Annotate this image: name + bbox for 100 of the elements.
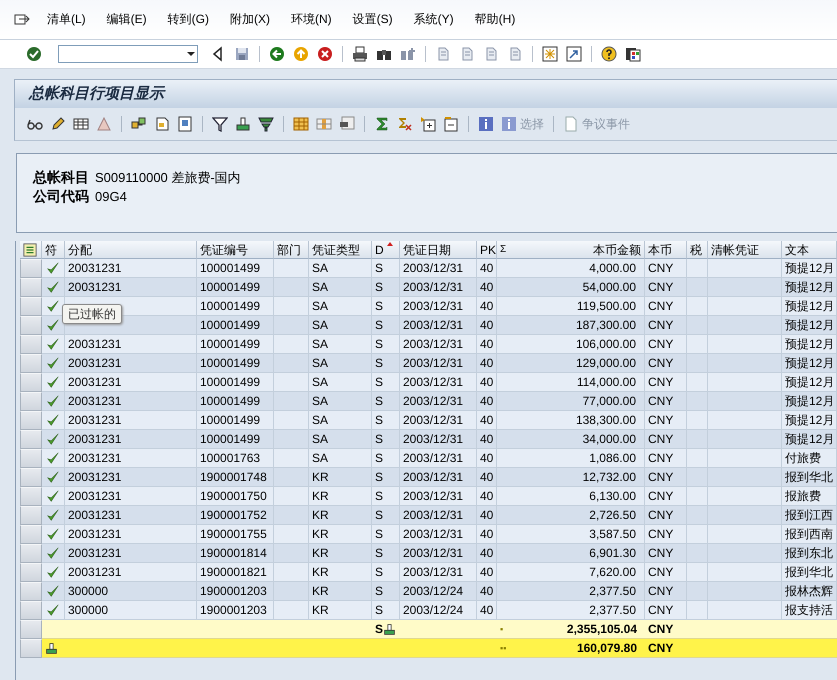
row-selector[interactable] [20, 335, 42, 354]
enter-icon [26, 46, 42, 62]
document-number-cell: 100001499 [197, 373, 274, 392]
menu-item[interactable]: 清单(L) [38, 11, 95, 28]
text-cell: 预提12月 [782, 411, 837, 430]
assignment-cell: 20031231 [65, 259, 197, 278]
currency-cell: CNY [645, 430, 687, 449]
column-header[interactable]: 符 [42, 241, 65, 259]
row-selector[interactable] [20, 449, 42, 468]
menu-item[interactable]: 转到(G) [158, 11, 218, 28]
save-icon [234, 46, 250, 62]
column-label: 税 [690, 242, 702, 258]
column-header[interactable]: 清帐凭证 [708, 241, 782, 259]
text-cell: 报到华北 [782, 468, 837, 487]
posting-key-cell: 40 [477, 354, 497, 373]
cancel-button[interactable] [315, 44, 335, 64]
column-header[interactable]: 凭证日期 [400, 241, 477, 259]
currency-cell: CNY [645, 506, 687, 525]
menu-item[interactable]: 环境(N) [282, 11, 341, 28]
document-date-cell: 2003/12/31 [400, 373, 477, 392]
document-number-cell: 1900001203 [197, 601, 274, 620]
row-selector[interactable] [20, 468, 42, 487]
collapse-icon [443, 116, 459, 132]
document-number-cell: 100001499 [197, 297, 274, 316]
column-header[interactable]: 文本 [782, 241, 837, 259]
row-selector[interactable] [20, 563, 42, 582]
layout-button[interactable] [23, 242, 37, 256]
menu-icon[interactable] [14, 12, 30, 28]
subtotal-sum-icon [397, 116, 413, 132]
column-header[interactable]: 部门 [274, 241, 309, 259]
menu-item[interactable]: 附加(X) [221, 11, 279, 28]
menu-item[interactable]: 编辑(E) [98, 11, 156, 28]
column-label: 凭证类型 [312, 242, 360, 258]
assignment-cell: 20031231 [65, 525, 197, 544]
layout-icon [625, 46, 641, 62]
document-number-cell: 100001499 [197, 259, 274, 278]
row-selector[interactable] [20, 278, 42, 297]
info-button[interactable] [476, 114, 496, 134]
menu-item[interactable]: 系统(Y) [404, 11, 463, 28]
row-selector[interactable] [20, 544, 42, 563]
column-header[interactable]: 分配 [65, 241, 197, 259]
enter-button[interactable] [24, 44, 44, 64]
column-label: 清帐凭证 [711, 242, 759, 258]
field-label: 总帐科目 [33, 168, 89, 186]
shortcut-button[interactable] [564, 44, 584, 64]
row-selector[interactable] [20, 411, 42, 430]
total-level-marker: ▪▪ [500, 642, 506, 655]
column-header[interactable]: 凭证类型 [309, 241, 372, 259]
row-selector[interactable] [20, 316, 42, 335]
document-date-cell: 2003/12/31 [400, 297, 477, 316]
posting-key-cell: 40 [477, 506, 497, 525]
row-selector[interactable] [20, 525, 42, 544]
row-selector[interactable] [20, 601, 42, 620]
total-level-marker: ▪ [500, 623, 504, 636]
tooltip: 已过帐的 [62, 304, 122, 324]
column-header[interactable]: 税 [687, 241, 708, 259]
row-selector[interactable] [20, 639, 42, 658]
row-selector[interactable] [20, 487, 42, 506]
row-selector[interactable] [20, 620, 42, 639]
print-icon [352, 46, 368, 62]
field-value: S009110000 差旅费-国内 [95, 169, 241, 187]
debit-credit-cell: S [372, 373, 400, 392]
info-icon [478, 116, 494, 132]
menu-item[interactable]: 设置(S) [344, 11, 402, 28]
column-header[interactable]: D [372, 241, 400, 259]
text-cell: 预提12月 [782, 392, 837, 411]
print-button[interactable] [350, 44, 370, 64]
expand-button[interactable] [418, 114, 438, 134]
amount-cell: 187,300.00 [497, 316, 645, 335]
new-window-button[interactable] [540, 44, 560, 64]
row-selector[interactable] [20, 297, 42, 316]
column-header[interactable]: 凭证编号 [197, 241, 274, 259]
document-type-cell: KR [309, 601, 372, 620]
posting-key-cell: 40 [477, 392, 497, 411]
currency-cell: CNY [645, 335, 687, 354]
debit-credit-cell: S [372, 506, 400, 525]
command-field[interactable] [58, 45, 198, 63]
document-type-cell: KR [309, 582, 372, 601]
document-date-cell: 2003/12/31 [400, 449, 477, 468]
document-date-cell: 2003/12/31 [400, 487, 477, 506]
row-selector[interactable] [20, 373, 42, 392]
row-selector[interactable] [20, 430, 42, 449]
debit-credit-cell: S [372, 525, 400, 544]
column-header[interactable]: 本币 [645, 241, 687, 259]
row-selector[interactable] [20, 582, 42, 601]
text-cell: 预提12月 [782, 373, 837, 392]
assignment-cell: 20031231 [65, 430, 197, 449]
column-header[interactable]: Σ 本币金额 [497, 241, 645, 259]
column-header[interactable]: PK [477, 241, 497, 259]
row-selector[interactable] [20, 506, 42, 525]
document-number-cell: 1900001748 [197, 468, 274, 487]
document-date-cell: 2003/12/31 [400, 411, 477, 430]
row-selector[interactable] [20, 354, 42, 373]
row-selector[interactable] [20, 392, 42, 411]
back-button[interactable] [267, 44, 287, 64]
help-button[interactable] [599, 44, 619, 64]
text-cell: 报到江西 [782, 506, 837, 525]
menu-item[interactable]: 帮助(H) [466, 11, 524, 28]
document-date-cell: 2003/12/31 [400, 563, 477, 582]
document-date-cell: 2003/12/31 [400, 278, 477, 297]
